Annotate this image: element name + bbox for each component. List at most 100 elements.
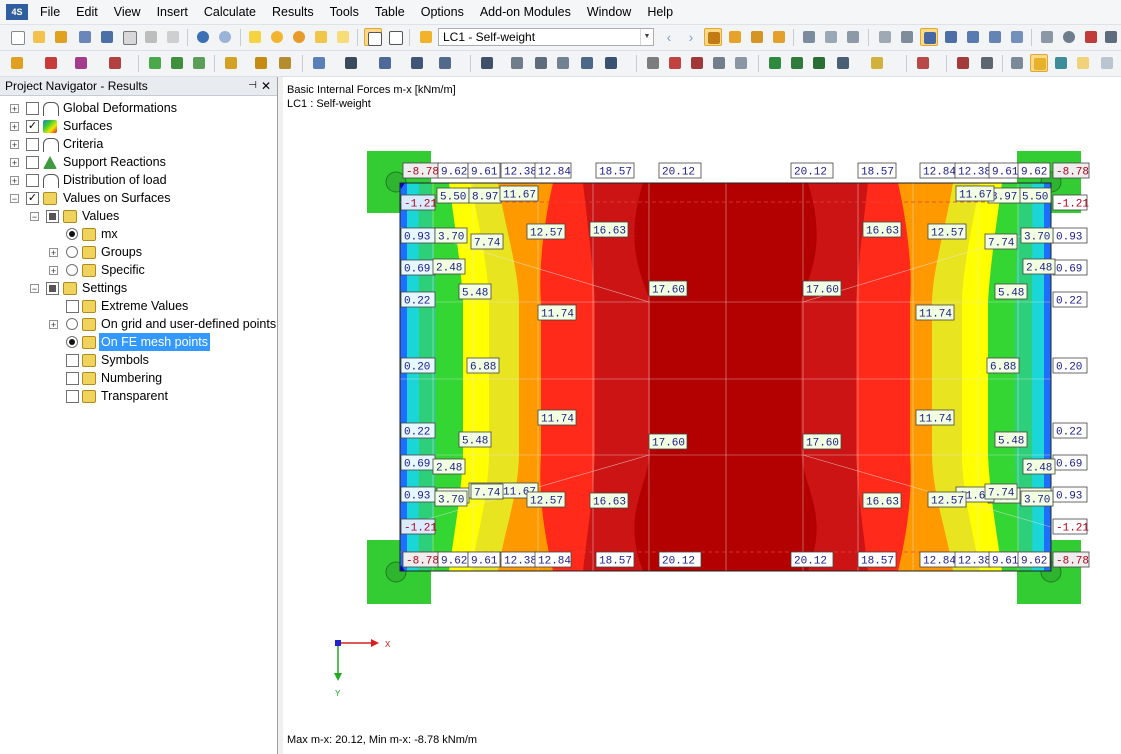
zoom-icon[interactable] bbox=[666, 54, 684, 72]
tree-item-settings[interactable]: − Settings bbox=[0, 279, 278, 297]
tree-item-values[interactable]: − Values bbox=[0, 207, 278, 225]
rotate-icon[interactable] bbox=[1060, 28, 1078, 46]
mesh-icon[interactable] bbox=[898, 28, 916, 46]
tree-item-specific[interactable]: + Specific bbox=[0, 261, 278, 279]
expand-icon[interactable]: + bbox=[10, 140, 19, 150]
show-results-icon[interactable] bbox=[704, 28, 722, 46]
iso-view-icon[interactable] bbox=[408, 54, 426, 72]
checkbox-settings[interactable] bbox=[46, 282, 59, 295]
collapse-icon[interactable]: − bbox=[10, 194, 19, 204]
result-plot[interactable]: -8.78-8.789.629.629.619.6112.3812.3812.8… bbox=[283, 77, 1121, 717]
wireframe-icon[interactable] bbox=[1074, 54, 1092, 72]
cube-icon[interactable] bbox=[376, 54, 394, 72]
zoom-window-icon[interactable] bbox=[312, 28, 330, 46]
render-icon[interactable] bbox=[868, 54, 886, 72]
tree-item-mx[interactable]: mx bbox=[0, 225, 278, 243]
results-xxx-icon[interactable] bbox=[770, 28, 788, 46]
view-y-icon[interactable] bbox=[788, 54, 806, 72]
measure-icon[interactable] bbox=[1038, 28, 1056, 46]
plant-icon[interactable] bbox=[146, 54, 164, 72]
checkbox-criteria[interactable] bbox=[26, 138, 39, 151]
menu-options[interactable]: Options bbox=[413, 0, 472, 24]
checkbox-distribution-of-load[interactable] bbox=[26, 174, 39, 187]
print-report-icon[interactable] bbox=[120, 28, 138, 46]
checkbox-global-deformations[interactable] bbox=[26, 102, 39, 115]
tree-item-symbols[interactable]: Symbols bbox=[0, 351, 278, 369]
tree-item-groups[interactable]: + Groups bbox=[0, 243, 278, 261]
open-folder-icon[interactable] bbox=[30, 28, 48, 46]
load-icon[interactable] bbox=[222, 54, 240, 72]
collapse-icon[interactable]: − bbox=[30, 212, 39, 222]
support-nodes-icon[interactable] bbox=[168, 54, 186, 72]
radio-groups[interactable] bbox=[66, 246, 78, 258]
view-x-icon[interactable] bbox=[766, 54, 784, 72]
dimensions-icon[interactable] bbox=[578, 54, 596, 72]
filter-results-icon[interactable] bbox=[800, 28, 818, 46]
chevron-down-icon[interactable]: ▼ bbox=[640, 29, 653, 45]
member-tool-icon[interactable] bbox=[72, 54, 90, 72]
menu-view[interactable]: View bbox=[106, 0, 149, 24]
settings-icon[interactable] bbox=[914, 54, 932, 72]
previous-load-case-icon[interactable]: ‹ bbox=[660, 28, 678, 46]
tree-item-extreme-values[interactable]: Extreme Values bbox=[0, 297, 278, 315]
duplicate-icon[interactable] bbox=[732, 54, 750, 72]
colored-surface-icon[interactable] bbox=[1030, 54, 1048, 72]
imperfection-icon[interactable] bbox=[252, 54, 270, 72]
view-z-icon[interactable] bbox=[810, 54, 828, 72]
menu-addon-modules[interactable]: Add-on Modules bbox=[472, 0, 579, 24]
line-tool-icon[interactable] bbox=[42, 54, 60, 72]
print-icon[interactable] bbox=[142, 28, 160, 46]
checkbox-values-on-surfaces[interactable]: ✓ bbox=[26, 192, 39, 205]
open-model-icon[interactable] bbox=[52, 28, 70, 46]
lasso-icon[interactable] bbox=[954, 54, 972, 72]
results-values-icon[interactable] bbox=[726, 28, 744, 46]
expand-icon[interactable]: + bbox=[10, 158, 19, 168]
triangle-icon[interactable] bbox=[1082, 28, 1100, 46]
members-icon[interactable] bbox=[964, 28, 982, 46]
box-icon[interactable] bbox=[342, 54, 360, 72]
expand-icon[interactable]: + bbox=[10, 176, 19, 186]
menu-table[interactable]: Table bbox=[367, 0, 413, 24]
checkbox-values[interactable] bbox=[46, 210, 59, 223]
radio-mx[interactable] bbox=[66, 228, 78, 240]
new-file-icon[interactable] bbox=[8, 28, 26, 46]
tree-item-transparent[interactable]: Transparent bbox=[0, 387, 278, 405]
menu-results[interactable]: Results bbox=[264, 0, 322, 24]
radio-specific[interactable] bbox=[66, 264, 78, 276]
hierarchy-icon[interactable] bbox=[554, 54, 572, 72]
tree-item-values-on-surfaces[interactable]: − ✓ Values on Surfaces bbox=[0, 189, 278, 207]
tree-item-criteria[interactable]: + Criteria bbox=[0, 135, 278, 153]
grid-icon[interactable] bbox=[876, 28, 894, 46]
view-icon[interactable] bbox=[310, 54, 328, 72]
copy-icon[interactable] bbox=[710, 54, 728, 72]
expand-icon[interactable]: + bbox=[49, 320, 58, 330]
buildings-icon[interactable] bbox=[508, 54, 526, 72]
tree-item-distribution-of-load[interactable]: + Distribution of load bbox=[0, 171, 278, 189]
mirror-icon[interactable] bbox=[1102, 28, 1120, 46]
select-icon[interactable] bbox=[478, 54, 496, 72]
undo-icon[interactable] bbox=[194, 28, 212, 46]
solid-render-icon[interactable] bbox=[1052, 54, 1070, 72]
surfaces-toolbar-icon[interactable] bbox=[986, 28, 1004, 46]
surface-support-icon[interactable] bbox=[190, 54, 208, 72]
tree-item-on-grid-points[interactable]: + On grid and user-defined points bbox=[0, 315, 278, 333]
print-graphic-icon[interactable] bbox=[164, 28, 182, 46]
graphics-viewport[interactable]: Basic Internal Forces m-x [kNm/m] LC1 : … bbox=[283, 77, 1121, 754]
edit-icon[interactable] bbox=[246, 28, 264, 46]
radio-on-grid-points[interactable] bbox=[66, 318, 78, 330]
checkbox-extreme-values[interactable] bbox=[66, 300, 79, 313]
menu-file[interactable]: File bbox=[32, 0, 68, 24]
tag-icon[interactable] bbox=[978, 54, 996, 72]
collapse-icon[interactable]: − bbox=[30, 284, 39, 294]
structure-icon[interactable] bbox=[532, 54, 550, 72]
radio-on-fe-mesh-points[interactable] bbox=[66, 336, 78, 348]
scale-icon[interactable] bbox=[822, 28, 840, 46]
panel-toggle-icon[interactable] bbox=[386, 28, 404, 46]
tree-item-on-fe-mesh-points[interactable]: On FE mesh points bbox=[0, 333, 278, 351]
target-icon[interactable] bbox=[290, 28, 308, 46]
expand-icon[interactable]: + bbox=[49, 266, 58, 276]
menu-insert[interactable]: Insert bbox=[149, 0, 196, 24]
view-options-icon[interactable] bbox=[436, 54, 454, 72]
frame-icon[interactable] bbox=[276, 54, 294, 72]
transparency-icon[interactable] bbox=[1098, 54, 1116, 72]
